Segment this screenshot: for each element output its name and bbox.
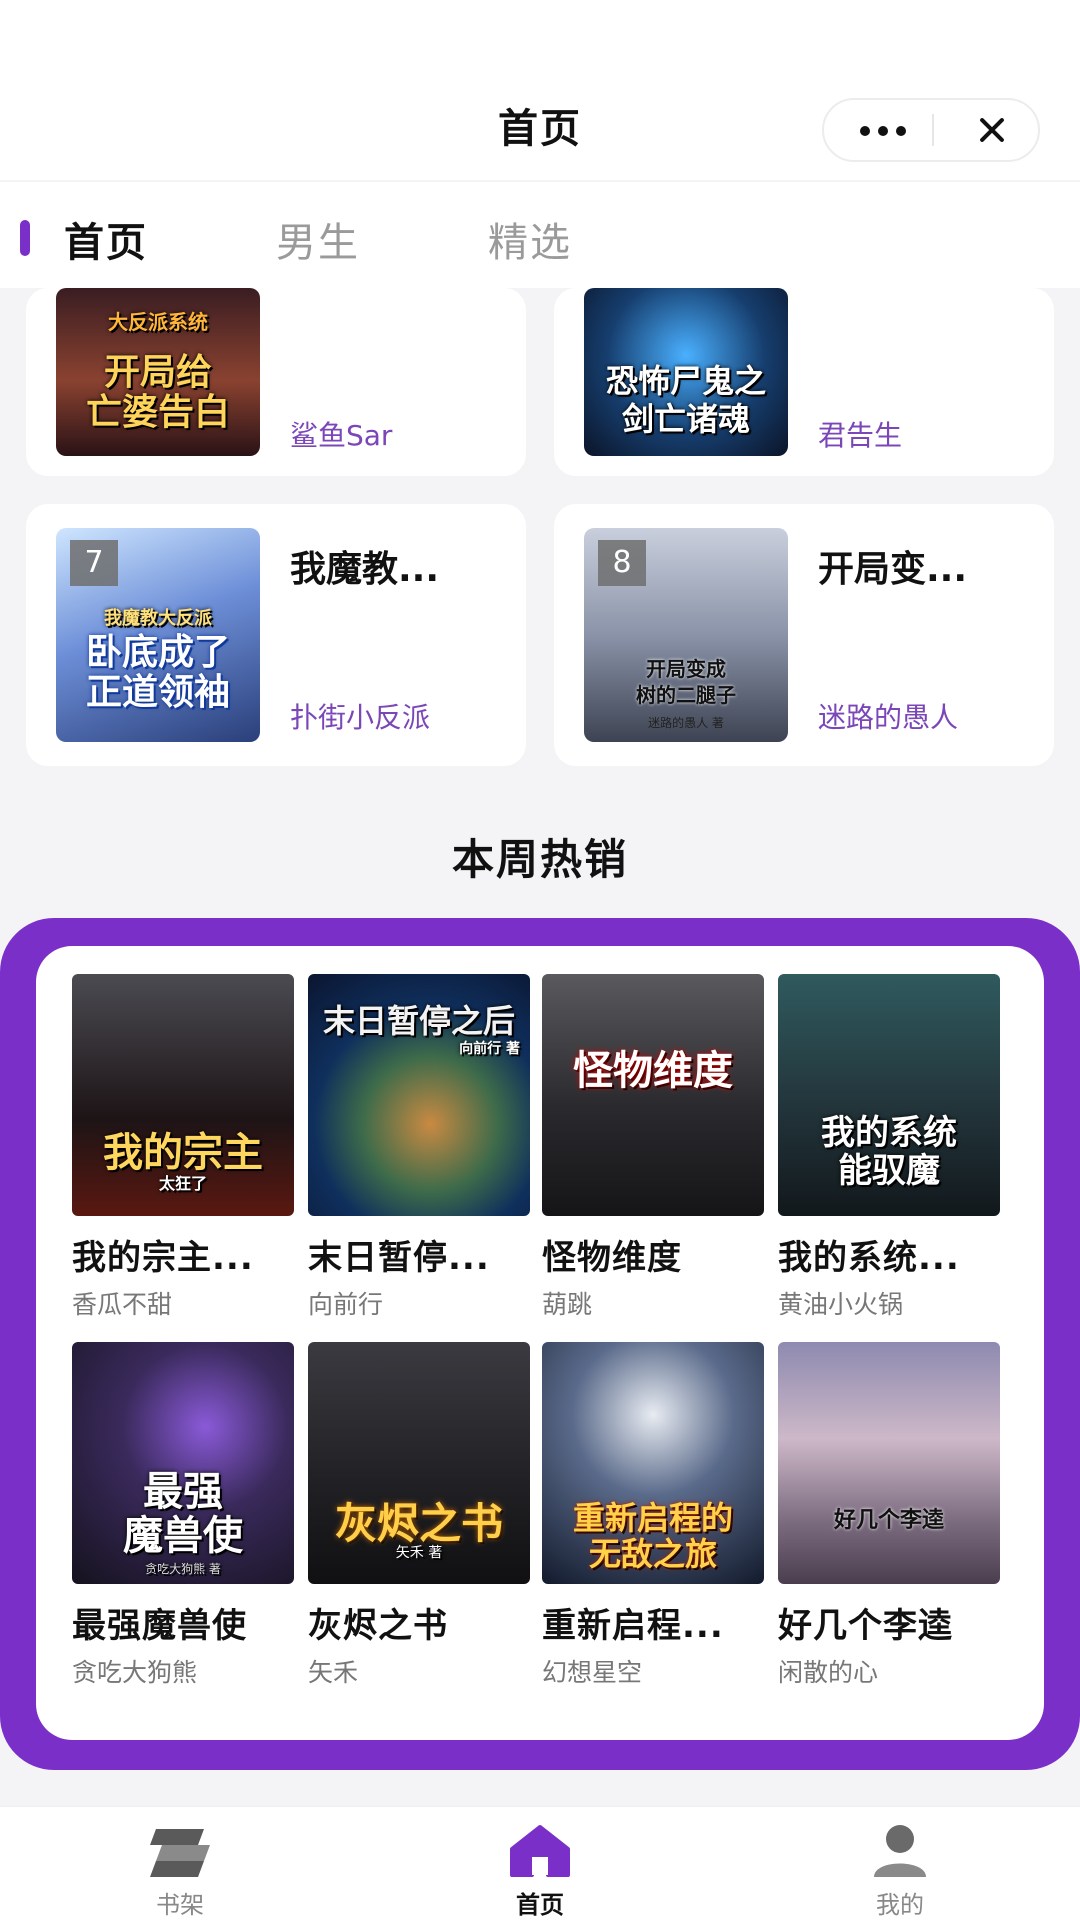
ranking-card[interactable]: 开局给 亡婆告白 大反派系统 鲨鱼Sar [26,288,526,476]
book-item[interactable]: 末日暂停之后 向前行 著 末日暂停... 向前行 [308,974,530,1321]
book-author: 向前行 [308,1290,384,1319]
book-item[interactable]: 好几个李逵 好几个李逵 闲散的心 [778,1342,1000,1689]
book-cover: 7 我魔教大反派 卧底成了 正道领袖 [56,528,260,742]
book-item[interactable]: 最强 魔兽使 贪吃大狗熊 著 最强魔兽使 贪吃大狗熊 [72,1342,294,1689]
book-title: 好几个李逵 [778,1606,953,1646]
book-title: 怪物维度 [542,1238,682,1278]
book-cover: 重新启程的 无敌之旅 [542,1342,764,1584]
book-cover: 好几个李逵 [778,1342,1000,1584]
cover-subtitle: 矢禾 著 [395,1545,443,1561]
book-author: 迷路的愚人 [818,701,959,734]
book-author: 矢禾 [308,1658,359,1687]
cover-title: 卧底成了 正道领袖 [85,631,230,713]
book-author: 葫跳 [542,1290,593,1319]
book-author: 幻想星空 [542,1658,643,1687]
book-author: 扑街小反派 [290,701,431,734]
nav-home[interactable]: 首页 [480,1815,600,1919]
ranking-card[interactable]: 8 开局变成 树的二腿子 迷路的愚人 著 开局变... 迷路的愚人 [554,504,1054,766]
bookshelf-icon [150,1829,210,1877]
book-title: 末日暂停... [308,1238,490,1278]
book-item[interactable]: 怪物维度 怪物维度 葫跳 [542,974,764,1321]
cover-title: 开局给 亡婆告白 [85,351,230,433]
book-cover: 最强 魔兽使 贪吃大狗熊 著 [72,1342,294,1584]
tab-featured[interactable]: 精选 [488,210,572,268]
cover-title: 开局变成 树的二腿子 [636,657,736,707]
nav-bookshelf[interactable]: 书架 [120,1815,240,1919]
ranking-card[interactable]: 恐怖尸鬼之 剑亡诸魂 君告生 [554,288,1054,476]
cover-title: 重新启程的 无敌之旅 [572,1499,733,1573]
cover-title: 我的系统 能驭魔 [821,1113,957,1191]
book-item[interactable]: 灰烬之书 矢禾 著 灰烬之书 矢禾 [308,1342,530,1689]
book-title: 我的宗主... [72,1238,254,1278]
close-icon[interactable] [974,112,1010,148]
cover-title: 好几个李逵 [833,1507,944,1533]
capsule-divider [932,114,934,146]
rank-badge: 8 [598,540,646,586]
rank-badge: 7 [70,540,118,586]
book-item[interactable]: 我的系统 能驭魔 我的系统... 黄油小火锅 [778,974,1000,1321]
cover-subtitle: 贪吃大狗熊 著 [145,1562,221,1576]
active-tab-indicator [20,220,30,256]
book-title: 我魔教... [290,549,440,590]
category-tabs: 首页 男生 精选 [0,182,1080,288]
book-author: 君告生 [818,419,903,452]
book-cover: 恐怖尸鬼之 剑亡诸魂 [584,288,788,456]
book-cover: 8 开局变成 树的二腿子 迷路的愚人 著 [584,528,788,742]
book-title: 我的系统... [778,1238,960,1278]
book-cover: 灰烬之书 矢禾 著 [308,1342,530,1584]
book-author: 香瓜不甜 [72,1290,173,1319]
more-icon[interactable] [860,126,906,136]
cover-subtitle: 我魔教大反派 [104,608,212,629]
cover-title: 最强 魔兽使 [123,1468,243,1559]
section-title-weekly-hot: 本周热销 [451,835,628,884]
book-item[interactable]: 重新启程的 无敌之旅 重新启程... 幻想星空 [542,1342,764,1689]
cover-title: 末日暂停之后 [322,1002,515,1040]
book-author: 贪吃大狗熊 [72,1658,198,1687]
mini-program-capsule [822,98,1040,162]
nav-profile[interactable]: 我的 [840,1815,960,1919]
tab-home[interactable]: 首页 [64,210,148,268]
book-title: 最强魔兽使 [72,1606,247,1646]
bottom-navigation: 书架 首页 我的 [0,1806,1080,1921]
book-item[interactable]: 我的宗主 太狂了 我的宗主... 香瓜不甜 [72,974,294,1321]
book-cover: 我的系统 能驭魔 [778,974,1000,1216]
user-icon [874,1825,926,1877]
book-title: 重新启程... [542,1606,724,1646]
book-author: 黄油小火锅 [778,1290,904,1319]
book-cover: 开局给 亡婆告白 大反派系统 [56,288,260,456]
weekly-hot-panel: 我的宗主 太狂了 我的宗主... 香瓜不甜 末日暂停之后 向前行 著 末日暂停.… [0,918,1080,1770]
ranking-card[interactable]: 7 我魔教大反派 卧底成了 正道领袖 我魔教... 扑街小反派 [26,504,526,766]
cover-subtitle: 大反派系统 [108,310,208,334]
nav-label: 首页 [516,1891,564,1919]
weekly-hot-list: 我的宗主 太狂了 我的宗主... 香瓜不甜 末日暂停之后 向前行 著 末日暂停.… [36,946,1044,1740]
cover-title: 怪物维度 [573,1047,733,1094]
nav-label: 我的 [876,1891,924,1919]
book-title: 开局变... [818,549,968,590]
book-title: 灰烬之书 [308,1606,448,1646]
book-cover: 我的宗主 太狂了 [72,974,294,1216]
cover-title: 恐怖尸鬼之 剑亡诸魂 [605,362,766,438]
book-cover: 怪物维度 [542,974,764,1216]
nav-label: 书架 [156,1891,204,1919]
cover-subtitle: 向前行 著 [459,1041,520,1057]
top-navbar: 首页 [0,0,1080,180]
cover-subtitle: 迷路的愚人 著 [648,716,724,730]
book-author: 鲨鱼Sar [290,419,393,452]
book-cover: 末日暂停之后 向前行 著 [308,974,530,1216]
cover-subtitle: 太狂了 [158,1174,207,1193]
tab-male[interactable]: 男生 [276,210,360,268]
home-icon [510,1825,570,1877]
book-author: 闲散的心 [778,1658,879,1687]
